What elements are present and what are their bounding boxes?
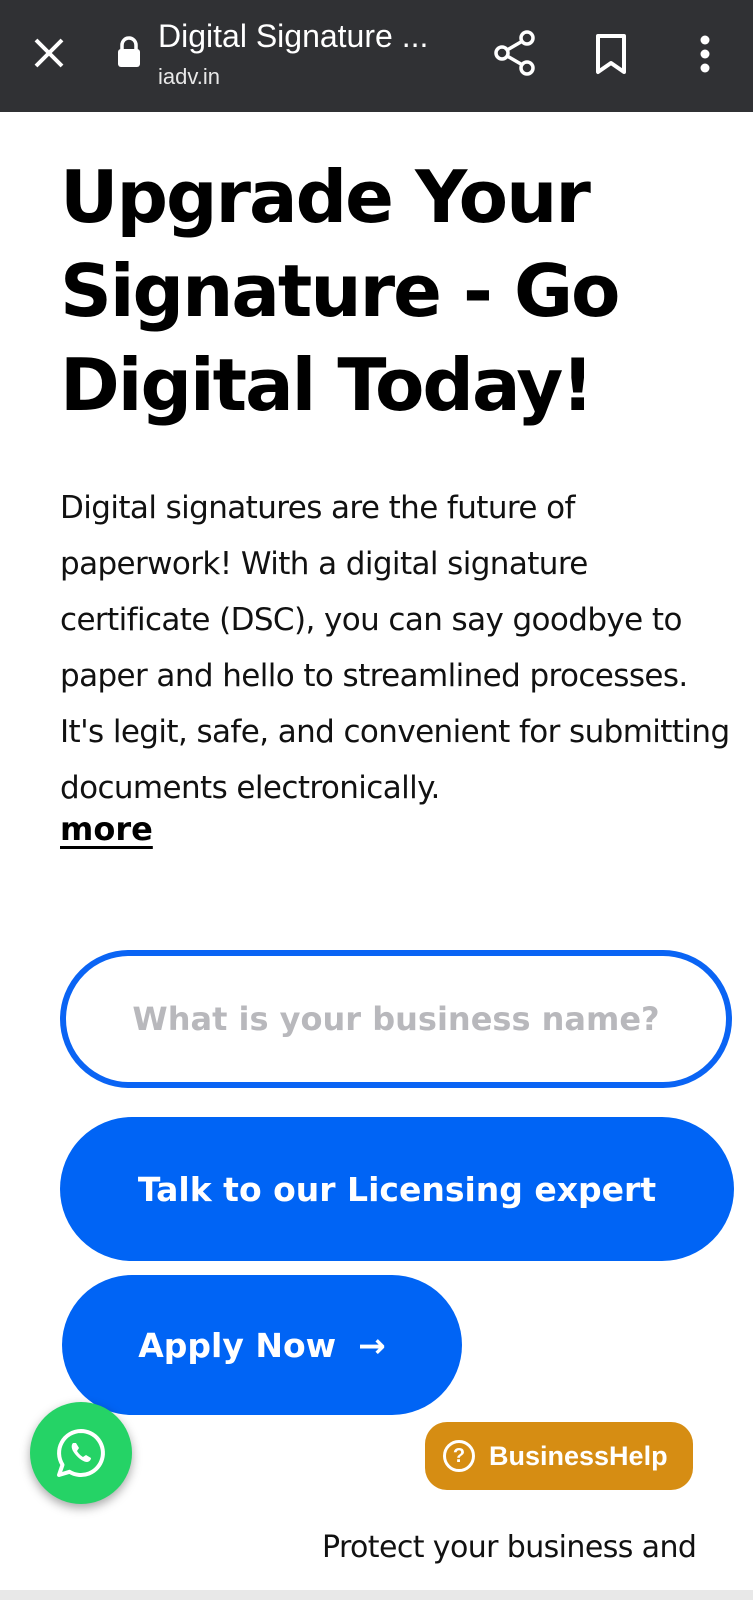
share-icon[interactable] xyxy=(490,28,540,78)
bottom-divider xyxy=(0,1590,753,1600)
arrow-right-icon: → xyxy=(358,1325,386,1365)
page-url: iadv.in xyxy=(158,64,220,89)
help-circle-icon: ? xyxy=(443,1440,475,1472)
apply-now-label: Apply Now xyxy=(138,1325,337,1365)
browser-toolbar: Digital Signature ... iadv.in xyxy=(0,0,753,112)
lock-icon xyxy=(116,36,142,68)
apply-now-button[interactable]: Apply Now → xyxy=(62,1275,462,1415)
more-vert-icon[interactable] xyxy=(690,30,720,78)
page-title: Digital Signature ... xyxy=(158,18,429,54)
bookmark-icon[interactable] xyxy=(590,30,634,78)
business-name-input[interactable] xyxy=(60,950,732,1088)
business-help-label: BusinessHelp xyxy=(489,1440,668,1471)
hero-description: Digital signatures are the future of pap… xyxy=(60,490,730,806)
business-help-button[interactable]: ? BusinessHelp xyxy=(425,1422,693,1490)
section-intro-text: Protect your business and xyxy=(322,1530,697,1565)
talk-to-expert-button[interactable]: Talk to our Licensing expert xyxy=(60,1117,734,1261)
more-link[interactable]: more xyxy=(60,810,153,848)
whatsapp-icon[interactable] xyxy=(30,1402,132,1504)
talk-to-expert-label: Talk to our Licensing expert xyxy=(137,1169,657,1209)
close-icon[interactable] xyxy=(26,30,72,76)
hero-headline: Upgrade Your Signature - Go Digital Toda… xyxy=(60,155,621,427)
